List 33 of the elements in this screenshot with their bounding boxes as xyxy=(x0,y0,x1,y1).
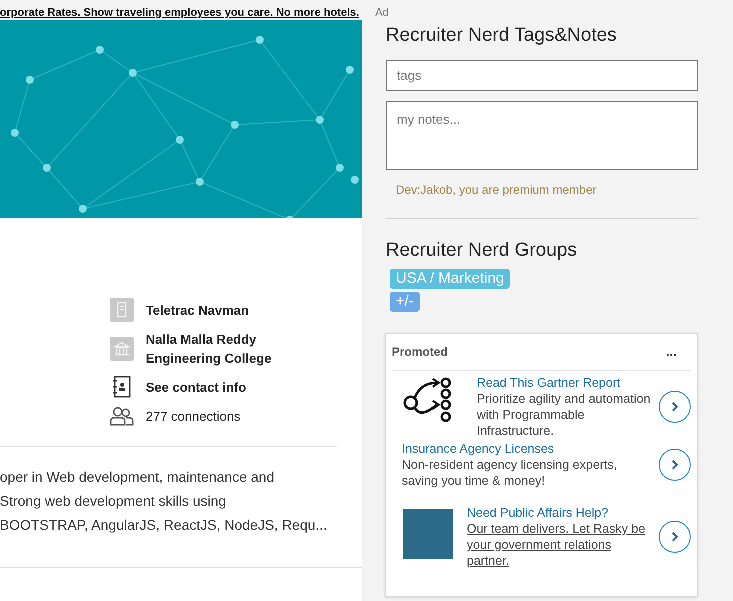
people-icon xyxy=(110,406,134,426)
ad-description: Non-resident agency licensing experts, saving you time & money! xyxy=(402,457,618,489)
school-icon xyxy=(110,337,134,361)
ad-title-link[interactable]: Insurance Agency Licenses xyxy=(402,441,653,457)
next-arrow-button[interactable] xyxy=(659,391,691,423)
profile-fact: Nalla Malla Reddy Engineering College xyxy=(146,331,273,368)
ad-description: Prioritize agility and automation with Programmable Infrastructure. xyxy=(477,391,652,439)
chevron-right-icon xyxy=(671,401,679,413)
next-arrow-button[interactable] xyxy=(659,449,691,481)
address-book-icon xyxy=(112,376,132,398)
next-arrow-button[interactable] xyxy=(659,521,691,553)
building-icon xyxy=(110,298,134,322)
tags-field[interactable]: tags xyxy=(386,60,698,91)
ad-banner-link[interactable]: orporate Rates. Show traveling employees you care. No more hotels. xyxy=(0,7,360,19)
tags-notes-title: Recruiter Nerd Tags&Notes xyxy=(386,24,618,48)
chevron-right-icon xyxy=(671,531,679,543)
contact-info-link[interactable]: See contact info xyxy=(146,378,306,396)
premium-message: Dev:Jakob, you are premium member xyxy=(396,182,598,199)
summary-text: oper in Web development, maintenance and xyxy=(0,468,276,487)
chevron-right-icon xyxy=(671,459,679,471)
groups-title: Recruiter Nerd Groups xyxy=(386,239,578,263)
profile-fact: Teletrac Navman xyxy=(146,302,250,320)
summary-text: Strong web development skills using xyxy=(0,492,228,511)
summary-text: BOOTSTRAP, AngularJS, ReactJS, NodeJS, Requ... xyxy=(0,516,328,535)
ad-description: Our team delivers. Let Rasky be your government relations partner. xyxy=(467,521,647,569)
ad-title-link[interactable]: Need Public Affairs Help? xyxy=(467,505,653,521)
notes-field[interactable]: my notes... xyxy=(386,101,698,170)
profile-fact: 277 connections xyxy=(146,408,242,426)
more-menu-button[interactable]: ... xyxy=(666,342,691,362)
ad-title-link[interactable]: Read This Gartner Report xyxy=(477,375,653,391)
promoted-label: Promoted xyxy=(392,344,448,361)
ad-label: Ad xyxy=(375,7,389,19)
photo-placeholder xyxy=(403,509,453,559)
